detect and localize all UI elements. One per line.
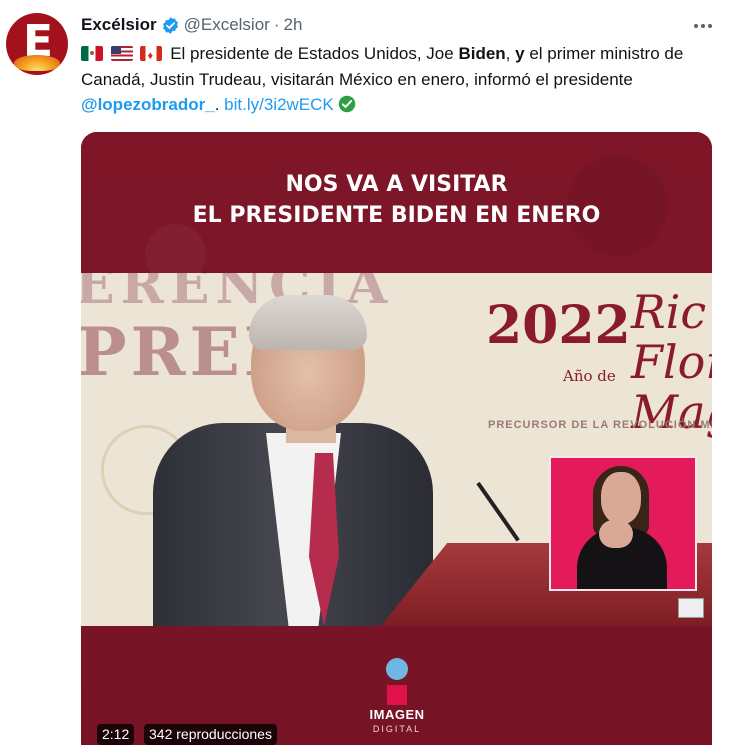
backdrop-flores: Ric Flor Mag <box>631 285 712 439</box>
microphone-icon <box>476 481 520 542</box>
tweet-header: Excélsior @Excelsior · 2h <box>81 14 302 36</box>
logo-line-2: DIGITAL <box>372 724 422 734</box>
video-views-badge: 342 reproducciones <box>144 724 277 745</box>
verified-badge-icon <box>162 16 178 34</box>
short-link[interactable]: bit.ly/3i2wECK <box>224 95 334 114</box>
more-options-icon[interactable] <box>690 16 716 36</box>
check-mark-icon <box>338 95 356 113</box>
tweet-timestamp[interactable]: 2h <box>284 15 303 35</box>
backdrop-anio: Año de <box>563 367 616 385</box>
tweet-text-part1: El presidente de Estados Unidos, Joe <box>170 44 459 63</box>
tweet-text-bold-y: y <box>515 44 525 63</box>
avatar-flame-icon <box>14 55 60 71</box>
author-name[interactable]: Excélsior <box>81 15 157 35</box>
tweet: E Excélsior @Excelsior · 2h El president… <box>0 0 750 745</box>
backdrop-precursor: PRECURSOR DE LA REVOLUCIÓN ME <box>488 419 712 431</box>
canada-flag-icon <box>140 46 163 61</box>
us-flag-icon <box>110 46 133 61</box>
author-handle[interactable]: @Excelsior <box>184 15 270 35</box>
logo-line-1: IMAGEN <box>369 707 425 722</box>
interpreter-hands <box>599 520 633 548</box>
tweet-text: El presidente de Estados Unidos, Joe Bid… <box>81 41 731 118</box>
tweet-text-part4: . <box>214 95 225 114</box>
headline-line-1: NOS VA A VISITAR <box>285 172 508 197</box>
mention-link[interactable]: @lopezobrador_ <box>81 95 215 114</box>
logo-square-icon <box>387 685 407 705</box>
logo-dot-icon <box>386 658 408 680</box>
speaker-hair <box>249 295 367 350</box>
video-player[interactable]: NOS VA A VISITAR EL PRESIDENTE BIDEN EN … <box>81 132 712 745</box>
mexico-flag-icon <box>81 46 103 61</box>
header-separator: · <box>273 15 280 34</box>
avatar[interactable]: E <box>6 13 68 75</box>
backdrop-year: 2022 <box>486 295 631 356</box>
broadcast-watermark-icon <box>678 598 704 618</box>
tweet-text-bold-biden: Biden <box>458 44 506 63</box>
video-duration-badge: 2:12 <box>97 724 135 745</box>
sign-language-interpreter <box>549 456 697 591</box>
tweet-text-part2: , <box>505 44 516 63</box>
interpreter-head <box>601 472 641 524</box>
headline-line-2: EL PRESIDENTE BIDEN EN ENERO <box>192 203 601 228</box>
video-frame[interactable]: ERENCIA PREN 2022 Año de Ric Flor Mag PR… <box>81 273 712 626</box>
